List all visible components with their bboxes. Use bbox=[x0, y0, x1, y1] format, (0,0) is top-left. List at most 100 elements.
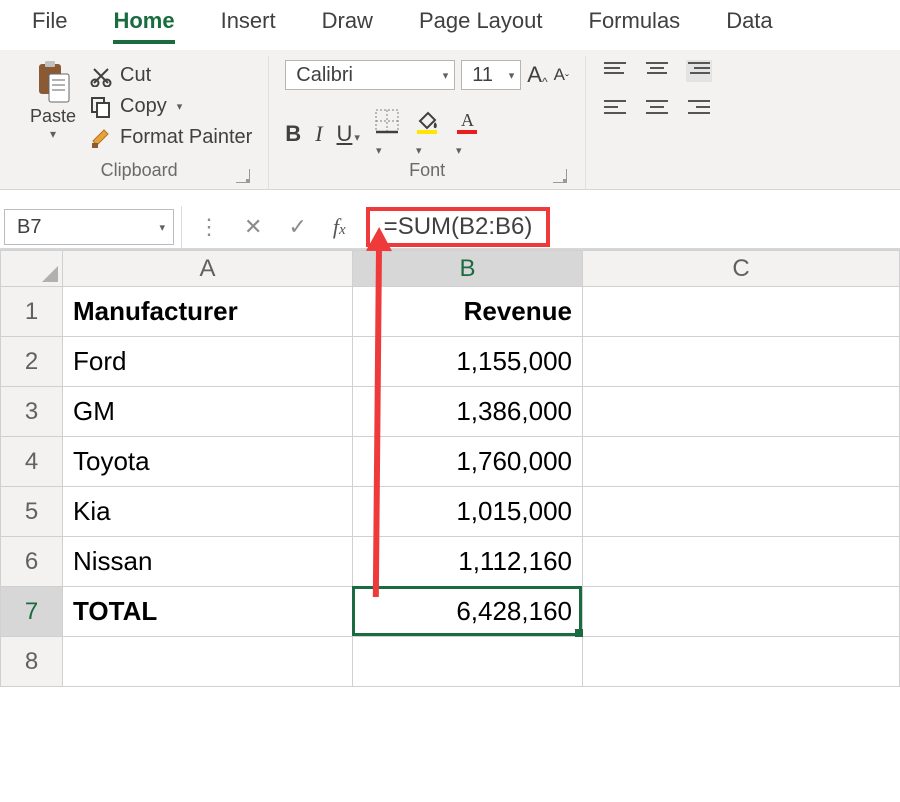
row-header-8[interactable]: 8 bbox=[1, 637, 63, 687]
cell-grid[interactable]: A B C 1 Manufacturer Revenue 2 Ford 1,15… bbox=[0, 250, 900, 687]
cell-C4[interactable] bbox=[583, 437, 900, 487]
font-name-value: Calibri bbox=[296, 64, 353, 87]
tab-draw[interactable]: Draw bbox=[322, 8, 373, 44]
cell-B4[interactable]: 1,760,000 bbox=[353, 437, 583, 487]
row-header-2[interactable]: 2 bbox=[1, 337, 63, 387]
tab-file[interactable]: File bbox=[32, 8, 67, 44]
cell-B3[interactable]: 1,386,000 bbox=[353, 387, 583, 437]
dialog-launcher-icon[interactable] bbox=[236, 169, 250, 183]
tab-formulas[interactable]: Formulas bbox=[589, 8, 681, 44]
copy-icon bbox=[90, 96, 112, 118]
scissors-icon bbox=[90, 65, 112, 87]
tab-data[interactable]: Data bbox=[726, 8, 772, 44]
copy-button[interactable]: Copy ▾ bbox=[90, 95, 252, 118]
cell-A1[interactable]: Manufacturer bbox=[63, 287, 353, 337]
col-header-B[interactable]: B bbox=[353, 251, 583, 287]
cut-label: Cut bbox=[120, 64, 151, 87]
more-icon[interactable]: ⋮ bbox=[198, 214, 218, 240]
row-header-6[interactable]: 6 bbox=[1, 537, 63, 587]
cell-B2[interactable]: 1,155,000 bbox=[353, 337, 583, 387]
cell-B6[interactable]: 1,112,160 bbox=[353, 537, 583, 587]
tab-insert[interactable]: Insert bbox=[221, 8, 276, 44]
decrease-font-button[interactable]: Aˇ bbox=[554, 65, 569, 85]
font-name-combo[interactable]: Calibri ▾ bbox=[285, 60, 455, 90]
tab-page-layout[interactable]: Page Layout bbox=[419, 8, 543, 44]
align-right-icon[interactable] bbox=[686, 96, 712, 118]
cell-B1[interactable]: Revenue bbox=[353, 287, 583, 337]
row-header-4[interactable]: 4 bbox=[1, 437, 63, 487]
row-header-7[interactable]: 7 bbox=[1, 587, 63, 637]
cancel-icon[interactable]: ✕ bbox=[244, 214, 262, 240]
bucket-icon bbox=[414, 108, 440, 134]
cell-A3[interactable]: GM bbox=[63, 387, 353, 437]
dialog-launcher-icon[interactable] bbox=[553, 169, 567, 183]
font-size-combo[interactable]: 11 ▾ bbox=[461, 60, 521, 90]
paintbrush-icon bbox=[90, 127, 112, 149]
cell-C2[interactable] bbox=[583, 337, 900, 387]
cell-C8[interactable] bbox=[583, 637, 900, 687]
fx-icon[interactable]: fx bbox=[333, 214, 346, 240]
row-header-3[interactable]: 3 bbox=[1, 387, 63, 437]
cell-C7[interactable] bbox=[583, 587, 900, 637]
copy-label: Copy bbox=[120, 95, 167, 118]
border-icon bbox=[374, 108, 400, 134]
select-all-corner[interactable] bbox=[1, 251, 63, 287]
cell-B8[interactable] bbox=[353, 637, 583, 687]
cell-A6[interactable]: Nissan bbox=[63, 537, 353, 587]
group-clipboard: Paste ▾ Cut Copy ▾ Format Painter bbox=[10, 56, 269, 189]
cell-A7[interactable]: TOTAL bbox=[63, 587, 353, 637]
col-header-C[interactable]: C bbox=[583, 251, 900, 287]
chevron-down-icon[interactable]: ▾ bbox=[50, 127, 56, 141]
bold-button[interactable]: B bbox=[285, 121, 301, 147]
format-painter-label: Format Painter bbox=[120, 126, 252, 149]
ribbon: Paste ▾ Cut Copy ▾ Format Painter bbox=[0, 50, 900, 190]
col-header-A[interactable]: A bbox=[63, 251, 353, 287]
enter-icon[interactable]: ✓ bbox=[288, 214, 306, 240]
format-painter-button[interactable]: Format Painter bbox=[90, 126, 252, 149]
cell-C1[interactable] bbox=[583, 287, 900, 337]
formula-text: =SUM(B2:B6) bbox=[384, 213, 533, 240]
group-alignment bbox=[586, 56, 730, 189]
fill-color-button[interactable]: ▾ bbox=[414, 108, 440, 160]
align-top-right-icon[interactable] bbox=[686, 60, 712, 82]
formula-input[interactable]: =SUM(B2:B6) bbox=[366, 207, 551, 247]
cut-button[interactable]: Cut bbox=[90, 64, 252, 87]
paste-label: Paste bbox=[30, 106, 76, 127]
cell-C3[interactable] bbox=[583, 387, 900, 437]
align-top-left-icon[interactable] bbox=[602, 60, 628, 82]
chevron-down-icon: ▾ bbox=[443, 69, 449, 82]
align-left-icon[interactable] bbox=[602, 96, 628, 118]
chevron-down-icon: ▾ bbox=[509, 69, 515, 82]
name-box[interactable]: B7 ▾ bbox=[4, 209, 174, 245]
formula-bar: B7 ▾ ⋮ ✕ ✓ fx =SUM(B2:B6) bbox=[0, 206, 900, 250]
align-top-center-icon[interactable] bbox=[644, 60, 670, 82]
group-font-label: Font bbox=[409, 160, 445, 180]
border-button[interactable]: ▾ bbox=[374, 108, 400, 160]
row-header-5[interactable]: 5 bbox=[1, 487, 63, 537]
paste-icon bbox=[35, 60, 71, 104]
cell-B5[interactable]: 1,015,000 bbox=[353, 487, 583, 537]
cell-A2[interactable]: Ford bbox=[63, 337, 353, 387]
tab-home[interactable]: Home bbox=[113, 8, 174, 44]
cell-A5[interactable]: Kia bbox=[63, 487, 353, 537]
cell-A4[interactable]: Toyota bbox=[63, 437, 353, 487]
group-font: Calibri ▾ 11 ▾ A^ Aˇ B I U▾ ▾ bbox=[269, 56, 586, 189]
font-size-value: 11 bbox=[472, 64, 493, 87]
font-color-icon: A bbox=[454, 108, 480, 134]
align-center-icon[interactable] bbox=[644, 96, 670, 118]
font-color-button[interactable]: A▾ bbox=[454, 108, 480, 160]
cell-B7[interactable]: 6,428,160 bbox=[353, 587, 583, 637]
paste-button[interactable]: Paste ▾ bbox=[26, 60, 80, 141]
increase-font-button[interactable]: A^ bbox=[527, 62, 547, 88]
group-clipboard-label: Clipboard bbox=[101, 160, 178, 180]
italic-button[interactable]: I bbox=[315, 121, 322, 147]
underline-button[interactable]: U▾ bbox=[337, 121, 360, 147]
chevron-down-icon[interactable]: ▾ bbox=[177, 100, 183, 113]
cell-C6[interactable] bbox=[583, 537, 900, 587]
cell-C5[interactable] bbox=[583, 487, 900, 537]
worksheet[interactable]: A B C 1 Manufacturer Revenue 2 Ford 1,15… bbox=[0, 250, 900, 687]
cell-A8[interactable] bbox=[63, 637, 353, 687]
ribbon-tabs: File Home Insert Draw Page Layout Formul… bbox=[0, 0, 900, 50]
row-header-1[interactable]: 1 bbox=[1, 287, 63, 337]
svg-text:A: A bbox=[461, 110, 474, 130]
